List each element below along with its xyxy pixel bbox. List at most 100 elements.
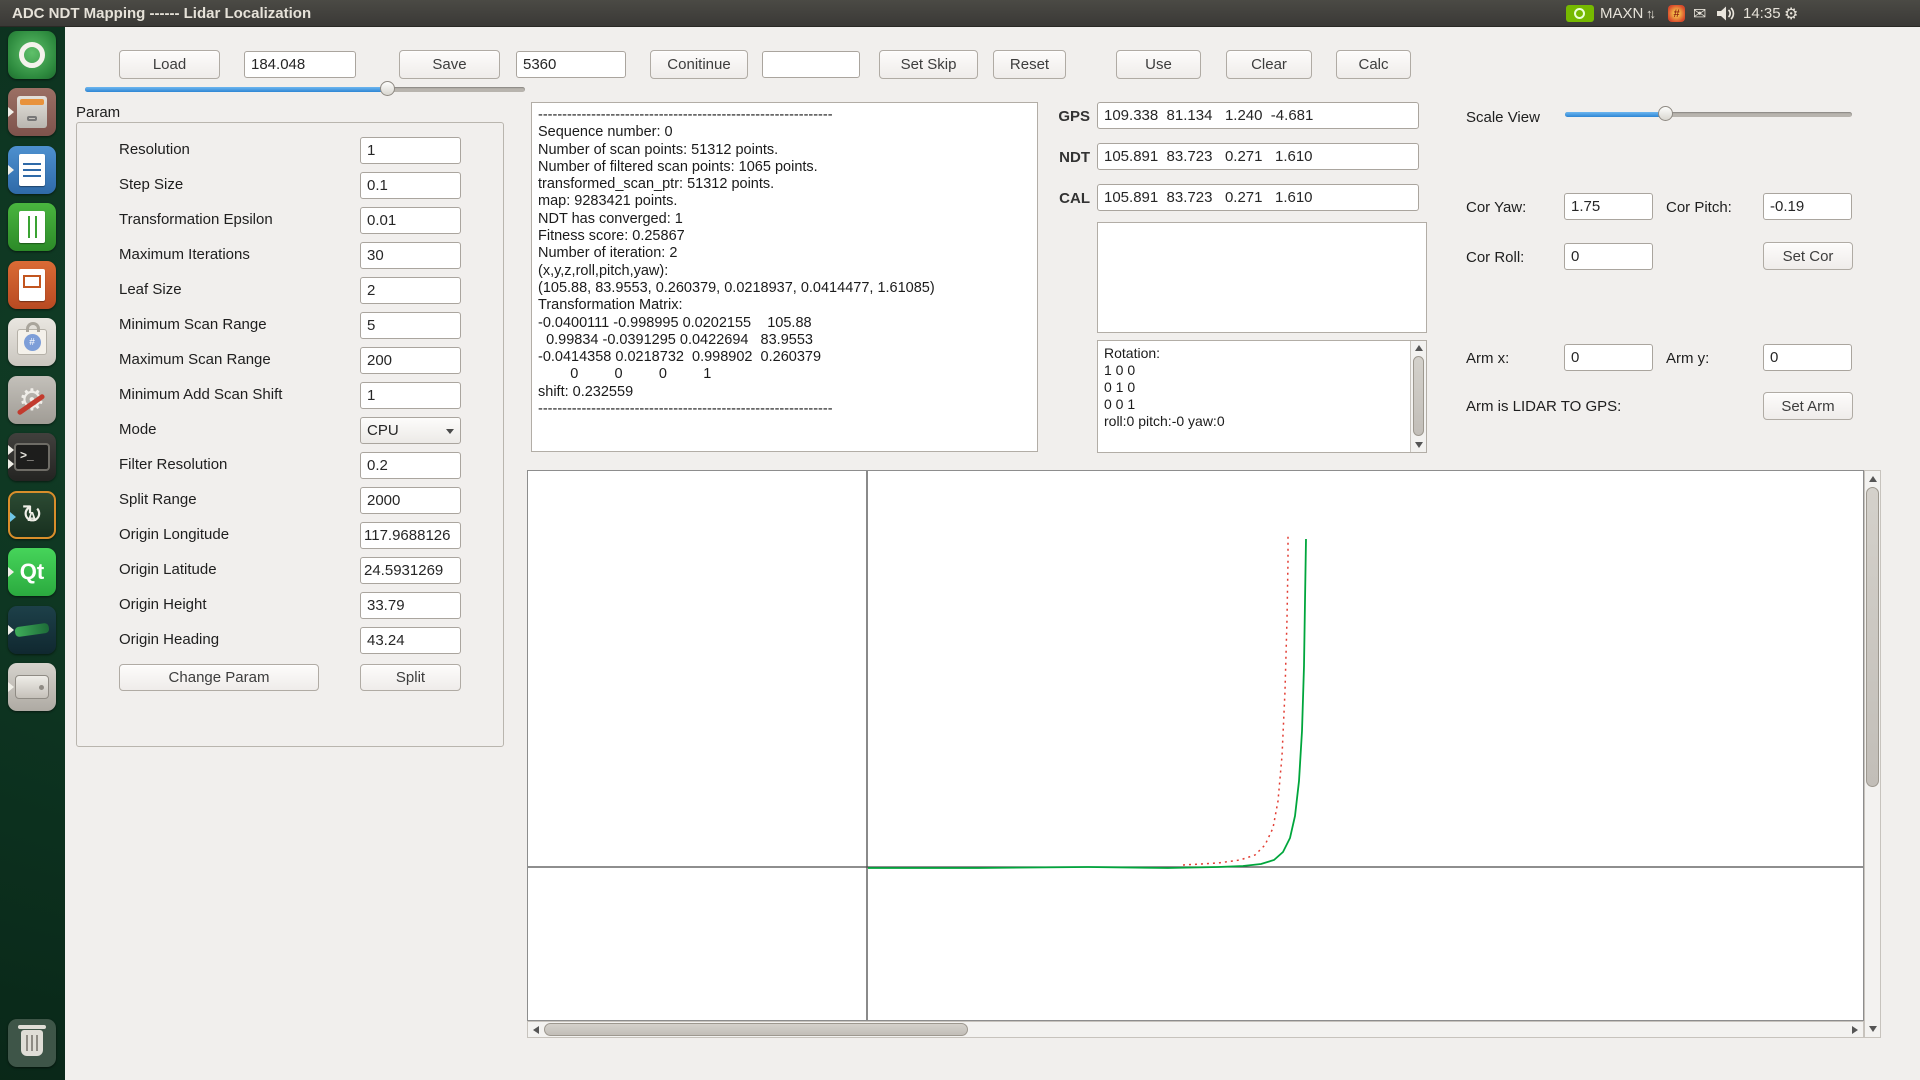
speaker-icon [1716, 5, 1736, 22]
leaf-size-input[interactable] [360, 277, 461, 304]
step-size-input[interactable] [360, 172, 461, 199]
input-method-indicator[interactable]: # [1668, 0, 1685, 27]
chevron-down-icon [446, 429, 454, 434]
param-label-split-range: Split Range [119, 491, 197, 508]
min-scan-range-input[interactable] [360, 312, 461, 339]
clear-button[interactable]: Clear [1226, 50, 1312, 79]
dock-item-terminal[interactable]: >_ [8, 433, 56, 481]
cor-pitch-label: Cor Pitch: [1666, 199, 1732, 216]
scroll-down-icon[interactable] [1869, 1026, 1877, 1032]
origin-longitude-input[interactable] [360, 522, 461, 549]
dock-item-file-manager[interactable] [8, 88, 56, 136]
arm-y-input[interactable] [1763, 344, 1852, 371]
updater-letter: A [27, 509, 36, 524]
cor-roll-input[interactable] [1564, 243, 1653, 270]
dock-item-writer[interactable] [8, 146, 56, 194]
impress-presentation-icon [19, 269, 45, 301]
origin-latitude-input[interactable] [360, 557, 461, 584]
continue-value-input[interactable] [762, 51, 860, 78]
arm-x-input[interactable] [1564, 344, 1653, 371]
max-iterations-input[interactable] [360, 242, 461, 269]
plot-hscrollbar-thumb[interactable] [544, 1023, 968, 1036]
rotation-scrollbar-thumb[interactable] [1413, 356, 1424, 436]
split-range-input[interactable] [360, 487, 461, 514]
app-title: ADC NDT Mapping ------ Lidar Localizatio… [12, 5, 311, 22]
calc-button[interactable]: Calc [1336, 50, 1411, 79]
timeline-slider-handle[interactable] [380, 81, 395, 96]
clock-indicator[interactable]: 14:35 [1743, 0, 1781, 27]
cal-value-input[interactable] [1097, 184, 1419, 211]
ndt-label: NDT [1052, 149, 1090, 166]
load-button[interactable]: Load [119, 50, 220, 79]
gpu-mode-indicator[interactable]: MAXN [1600, 0, 1643, 27]
dock-item-disks[interactable] [8, 663, 56, 711]
dock-item-calc[interactable] [8, 203, 56, 251]
origin-heading-input[interactable] [360, 627, 461, 654]
origin-height-input[interactable] [360, 592, 461, 619]
resolution-input[interactable] [360, 137, 461, 164]
param-label-min-scan-range: Minimum Scan Range [119, 316, 267, 333]
reset-button[interactable]: Reset [993, 50, 1066, 79]
load-value-input[interactable] [244, 51, 356, 78]
trans-epsilon-input[interactable] [360, 207, 461, 234]
timeline-slider[interactable] [85, 81, 525, 97]
messages-indicator[interactable]: ✉ [1693, 0, 1706, 27]
plot-hscrollbar[interactable] [527, 1021, 1864, 1038]
sound-indicator[interactable] [1716, 0, 1736, 27]
clock-label: 14:35 [1743, 5, 1781, 22]
scale-view-label: Scale View [1466, 109, 1540, 126]
param-label-origin-height: Origin Height [119, 596, 207, 613]
cor-yaw-input[interactable] [1564, 193, 1653, 220]
plot-vscrollbar-thumb[interactable] [1866, 487, 1879, 787]
dock-item-impress[interactable] [8, 261, 56, 309]
status-box[interactable] [1097, 222, 1427, 333]
dock-item-software-center[interactable]: # [8, 318, 56, 366]
scale-view-slider-handle[interactable] [1658, 106, 1673, 121]
max-scan-range-input[interactable] [360, 347, 461, 374]
session-gear-icon: ⚙ [1784, 4, 1798, 23]
map-plot-canvas[interactable] [527, 470, 1864, 1021]
cor-yaw-label: Cor Yaw: [1466, 199, 1526, 216]
dock-item-rviz[interactable] [8, 606, 56, 654]
scale-view-slider-fill [1565, 112, 1665, 117]
rotation-textarea[interactable]: Rotation: 1 0 0 0 1 0 0 0 1 roll:0 pitch… [1097, 340, 1427, 453]
scroll-left-icon[interactable] [533, 1026, 539, 1034]
nvidia-indicator[interactable] [1566, 0, 1594, 27]
mode-combobox-value: CPU [367, 422, 399, 439]
set-arm-button[interactable]: Set Arm [1763, 392, 1853, 420]
scroll-down-icon[interactable] [1415, 442, 1423, 448]
use-button[interactable]: Use [1116, 50, 1201, 79]
updown-arrows-icon: ↑↓ [1646, 6, 1653, 21]
save-button[interactable]: Save [399, 50, 500, 79]
min-add-scan-shift-input[interactable] [360, 382, 461, 409]
split-button[interactable]: Split [360, 664, 461, 691]
dock-item-trash[interactable] [8, 1019, 56, 1067]
log-textarea[interactable]: ----------------------------------------… [531, 102, 1038, 452]
continue-button[interactable]: Conitinue [650, 50, 748, 79]
scroll-right-icon[interactable] [1852, 1026, 1858, 1034]
arm-y-label: Arm y: [1666, 350, 1709, 367]
file-cabinet-icon [17, 96, 47, 128]
scroll-up-icon[interactable] [1869, 476, 1877, 482]
scroll-up-icon[interactable] [1415, 345, 1423, 351]
set-cor-button[interactable]: Set Cor [1763, 242, 1853, 270]
save-value-input[interactable] [516, 51, 626, 78]
dock-item-system-settings[interactable]: ⚙ [8, 376, 56, 424]
plot-vscrollbar[interactable] [1864, 470, 1881, 1038]
change-param-button[interactable]: Change Param [119, 664, 319, 691]
rotation-scrollbar[interactable] [1410, 341, 1426, 452]
dock-item-qt-creator[interactable]: Qt [8, 548, 56, 596]
disk-icon [15, 675, 49, 699]
scale-view-slider[interactable] [1565, 106, 1852, 122]
dock-item-dash[interactable] [8, 31, 56, 79]
ndt-value-input[interactable] [1097, 143, 1419, 170]
gps-value-input[interactable] [1097, 102, 1419, 129]
param-label-leaf-size: Leaf Size [119, 281, 182, 298]
set-skip-button[interactable]: Set Skip [879, 50, 978, 79]
filter-resolution-input[interactable] [360, 452, 461, 479]
mode-combobox[interactable]: CPU [360, 417, 461, 444]
session-indicator[interactable]: ⚙ [1784, 0, 1798, 27]
network-indicator[interactable]: ↑↓ [1646, 0, 1653, 27]
cor-pitch-input[interactable] [1763, 193, 1852, 220]
dock-item-updater[interactable]: ↻ A [8, 491, 56, 539]
